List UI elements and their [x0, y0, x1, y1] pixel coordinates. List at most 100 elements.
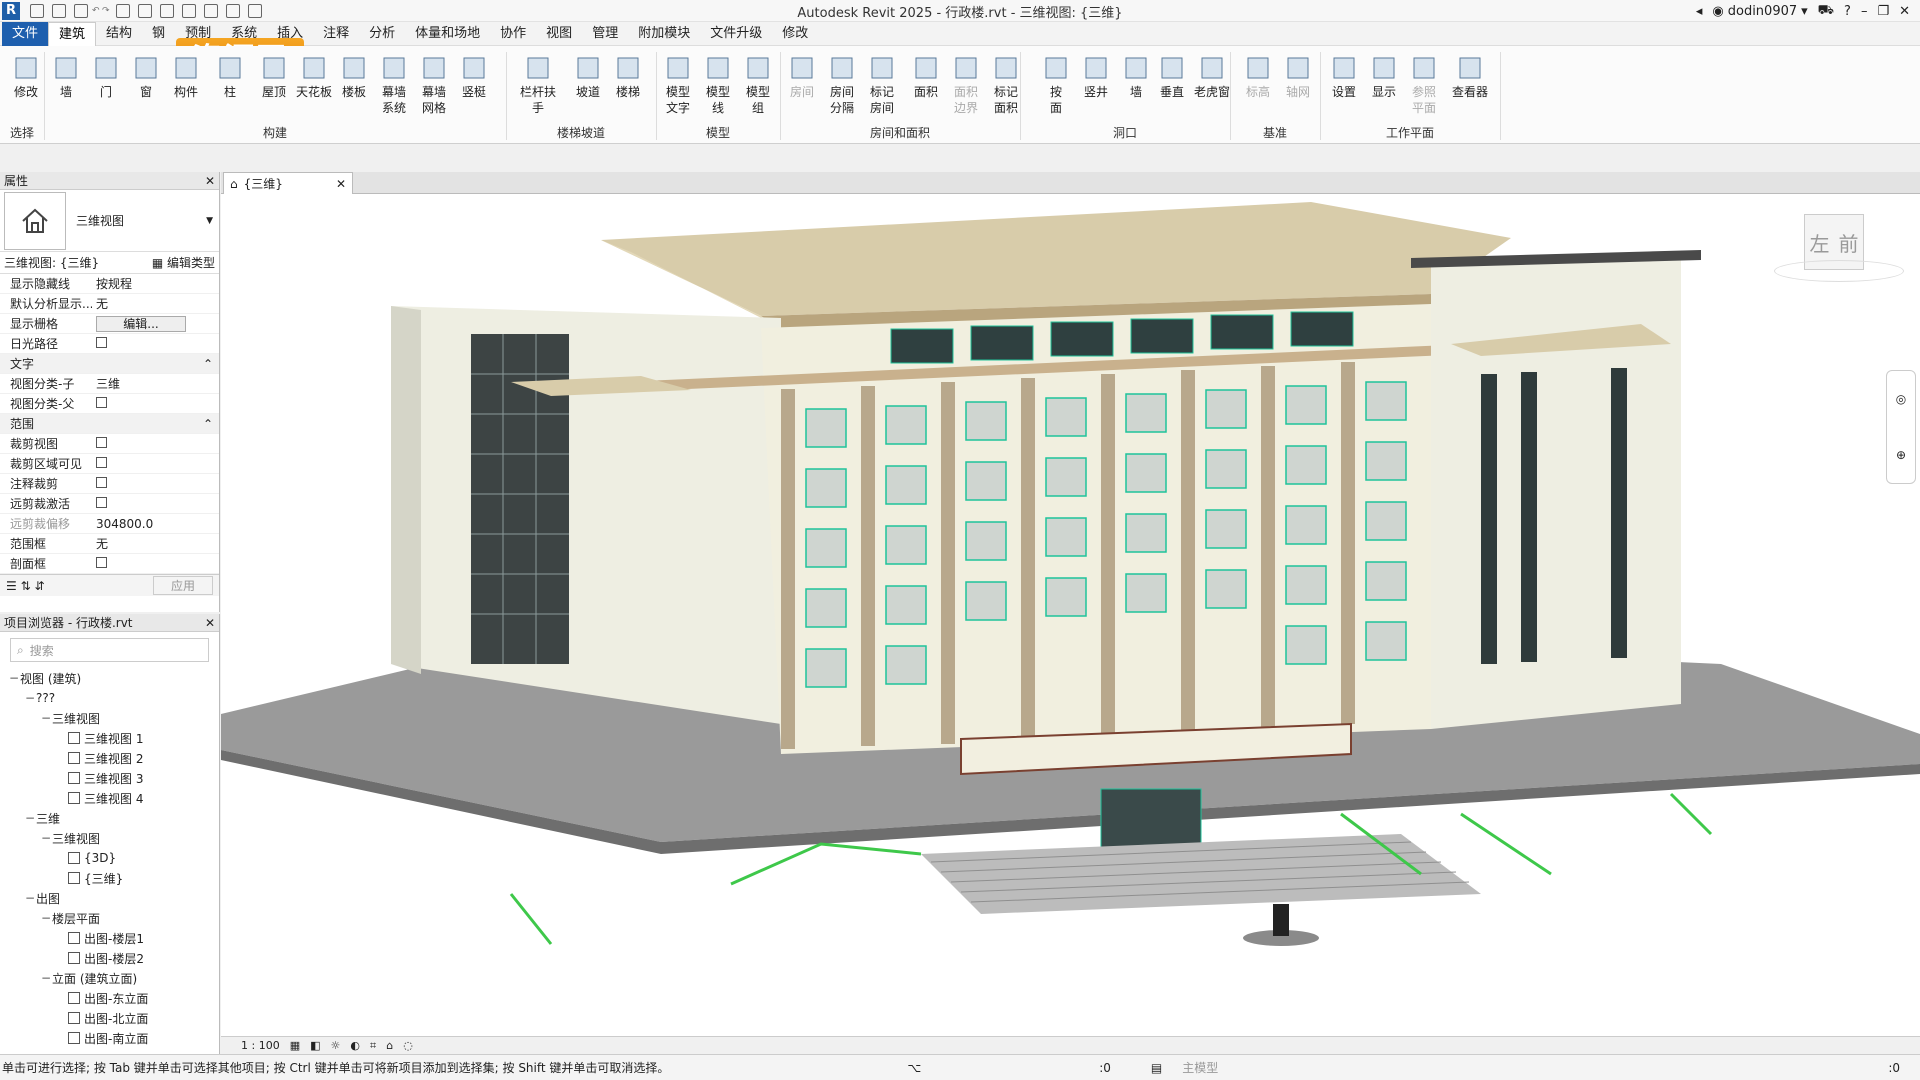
collapse-icon[interactable]: ⌃ — [203, 357, 219, 371]
ribbon-panel-5[interactable]: 洞口 — [1020, 124, 1230, 141]
property-value[interactable] — [92, 436, 219, 451]
menu-1[interactable]: 建筑 — [48, 21, 97, 46]
tree-node[interactable]: 三维视图 2 — [0, 748, 219, 768]
property-checkbox[interactable] — [96, 396, 107, 408]
building-model[interactable] — [221, 194, 1920, 1036]
ribbon-tool-6[interactable]: 屋顶 — [254, 54, 294, 100]
property-row[interactable]: 裁剪视图 — [0, 434, 219, 454]
expand-icon[interactable]: − — [40, 971, 52, 985]
filter-count[interactable]: :0 — [1888, 1061, 1900, 1075]
property-row[interactable]: 裁剪区域可见 — [0, 454, 219, 474]
property-row[interactable]: 剖面框 — [0, 554, 219, 574]
type-selector[interactable]: 三维视图 ▼ — [0, 190, 219, 252]
zoom-icon[interactable]: ⊕ — [1896, 448, 1906, 462]
close-icon[interactable]: ✕ — [205, 174, 215, 188]
thin-lines-icon[interactable] — [226, 3, 240, 18]
tree-node[interactable]: 出图-北立面 — [0, 1008, 219, 1028]
tree-node[interactable]: 出图-东立面 — [0, 988, 219, 1008]
property-value[interactable] — [92, 556, 219, 571]
ribbon-tool-4[interactable]: 构件 — [166, 54, 206, 100]
tree-node[interactable]: 出图-南立面 — [0, 1028, 219, 1048]
property-checkbox[interactable] — [96, 336, 107, 348]
ribbon-panel-3[interactable]: 模型 — [656, 124, 780, 141]
browser-search[interactable]: ⌕ 搜索 — [10, 638, 209, 662]
ribbon-tool-15[interactable]: 模型 文字 — [658, 54, 698, 116]
ribbon-tool-30[interactable]: 轴网 — [1278, 54, 1318, 100]
instance-selector[interactable]: 三维视图: {三维} ▦ 编辑类型 — [0, 252, 219, 274]
ribbon-tool-26[interactable]: 墙 — [1116, 54, 1156, 100]
property-row[interactable]: 显示栅格 编辑... — [0, 314, 219, 334]
text-icon[interactable] — [182, 3, 196, 18]
menu-13[interactable]: 附加模块 — [628, 22, 700, 46]
properties-help-icons[interactable]: ☰ ⇅ ⇵ — [6, 579, 45, 593]
help-icon[interactable]: ? — [1844, 4, 1851, 19]
minimize-icon[interactable]: – — [1861, 4, 1868, 19]
property-row[interactable]: 范围框 无 — [0, 534, 219, 554]
edit-type-button[interactable]: ▦ 编辑类型 — [152, 254, 215, 271]
measure-icon[interactable] — [138, 3, 152, 18]
viewcube-front[interactable]: 前 — [1839, 228, 1859, 257]
ribbon-tool-24[interactable]: 按面 — [1036, 54, 1076, 116]
sync-icon[interactable] — [74, 3, 88, 18]
ribbon-panel-7[interactable]: 工作平面 — [1320, 124, 1500, 141]
save-icon[interactable] — [52, 3, 66, 18]
shadows-icon[interactable]: ◐ — [350, 1039, 360, 1052]
property-checkbox[interactable] — [96, 556, 107, 568]
property-row[interactable]: 显示隐藏线 按规程 — [0, 274, 219, 294]
menu-9[interactable]: 体量和场地 — [405, 22, 490, 46]
expand-icon[interactable]: − — [40, 911, 52, 925]
tree-node[interactable]: {三维} — [0, 868, 219, 888]
property-value[interactable]: 按规程 — [92, 275, 219, 292]
tree-node[interactable]: 三维视图 1 — [0, 728, 219, 748]
ribbon-tool-13[interactable]: 坡道 — [568, 54, 608, 100]
menu-11[interactable]: 视图 — [536, 22, 582, 46]
view-scale[interactable]: 1 : 100 — [241, 1039, 280, 1052]
property-value[interactable] — [92, 476, 219, 491]
tree-node[interactable]: 三维视图 3 — [0, 768, 219, 788]
property-row[interactable]: 日光路径 — [0, 334, 219, 354]
property-row[interactable]: 远剪裁激活 — [0, 494, 219, 514]
ribbon-tool-9[interactable]: 幕墙 系统 — [374, 54, 414, 116]
property-value[interactable] — [92, 396, 219, 411]
property-row[interactable]: 注释裁剪 — [0, 474, 219, 494]
property-value[interactable]: 无 — [92, 295, 219, 312]
tree-node[interactable]: − 视图 (建筑) — [0, 668, 219, 688]
expand-icon[interactable]: − — [24, 691, 36, 705]
ribbon-tool-32[interactable]: 显示 — [1364, 54, 1404, 100]
menu-15[interactable]: 修改 — [772, 22, 818, 46]
user-menu[interactable]: ◉ dodin0907 ▾ — [1712, 4, 1807, 19]
viewcube-left[interactable]: 左 — [1810, 228, 1830, 257]
ribbon-panel-4[interactable]: 房间和面积 — [780, 124, 1020, 141]
ribbon-tool-31[interactable]: 设置 — [1324, 54, 1364, 100]
viewcube[interactable]: 左 前 — [1774, 214, 1904, 282]
home-view-icon[interactable] — [204, 3, 218, 18]
ribbon-tool-8[interactable]: 楼板 — [334, 54, 374, 100]
ribbon-tool-28[interactable]: 老虎窗 — [1192, 54, 1232, 100]
expand-icon[interactable]: − — [8, 671, 20, 685]
detail-level-icon[interactable]: ▦ — [290, 1039, 300, 1052]
ribbon-panel-1[interactable]: 构建 — [44, 124, 506, 141]
property-group[interactable]: 范围 ⌃ — [0, 414, 219, 434]
property-checkbox[interactable] — [96, 436, 107, 448]
ribbon-tool-29[interactable]: 标高 — [1238, 54, 1278, 100]
edit-grid-button[interactable]: 编辑... — [96, 315, 186, 332]
property-value[interactable] — [92, 496, 219, 511]
tree-node[interactable]: 出图-楼层1 — [0, 928, 219, 948]
ribbon-tool-1[interactable]: 墙 — [46, 54, 86, 100]
menu-0[interactable]: 文件 — [2, 21, 49, 46]
tree-node[interactable]: − 立面 (建筑立面) — [0, 968, 219, 988]
ribbon-tool-7[interactable]: 天花板 — [294, 54, 334, 100]
ribbon-tool-5[interactable]: 柱 — [210, 54, 250, 100]
ribbon-tool-22[interactable]: 面积 边界 — [946, 54, 986, 116]
expand-icon[interactable]: − — [24, 811, 36, 825]
design-options-icon[interactable]: ▤ — [1151, 1061, 1162, 1075]
search-icon[interactable]: ◂ — [1696, 4, 1703, 19]
ribbon-tool-3[interactable]: 窗 — [126, 54, 166, 100]
ribbon-tool-20[interactable]: 标记 房间 — [862, 54, 902, 116]
menu-10[interactable]: 协作 — [490, 22, 536, 46]
property-row[interactable]: 视图分类-子 三维 — [0, 374, 219, 394]
property-checkbox[interactable] — [96, 456, 107, 468]
property-row[interactable]: 远剪裁偏移 304800.0 — [0, 514, 219, 534]
ribbon-tool-16[interactable]: 模型线 — [698, 54, 738, 116]
menu-2[interactable]: 结构 — [96, 22, 142, 46]
